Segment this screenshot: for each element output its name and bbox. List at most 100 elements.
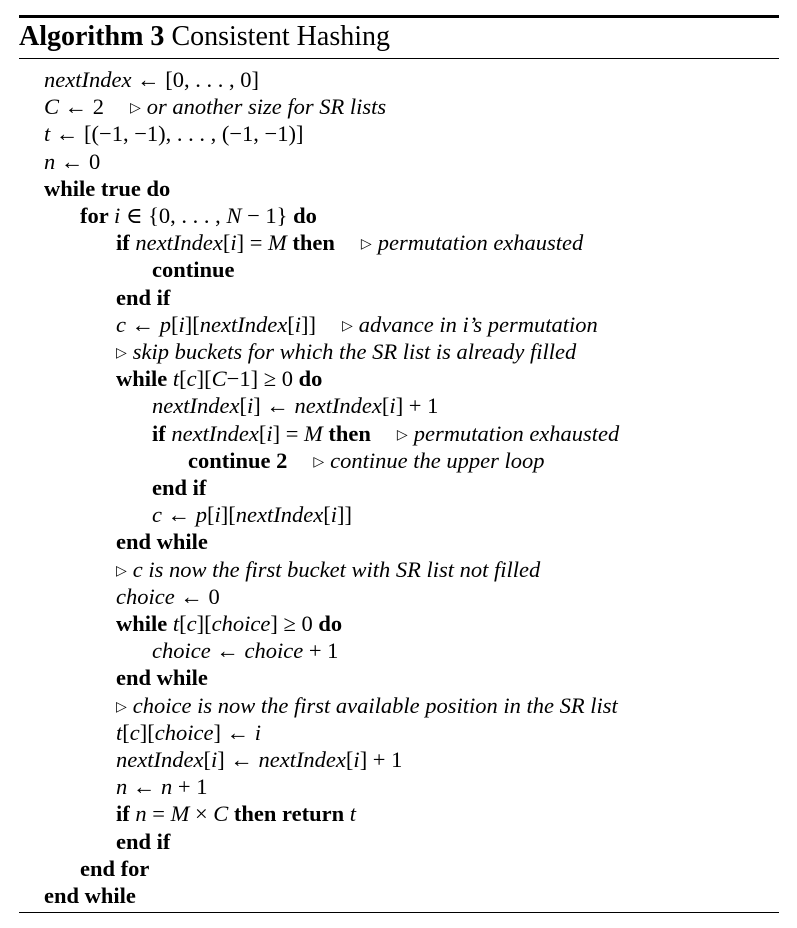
algorithm-line: while true do [44,175,170,202]
math-text: ][ [220,502,236,528]
algorithm-line: choice ← choice + 1 [152,637,338,664]
keyword: do [318,611,343,636]
math-text: ][ [196,611,212,636]
math-text: ][ [139,719,155,745]
math-text: ← [210,638,245,664]
math-text: ][ [196,366,212,392]
algorithm-line: n ← n + 1 [116,773,207,800]
math-text: ← [0, . . . , 0] [131,67,259,92]
math-text: [ [179,611,187,636]
math-text: ] = [236,230,269,256]
math-variable: p [159,311,171,337]
math-text: [ [179,366,187,392]
math-text: [ [207,502,215,528]
keyword: end if [152,475,207,500]
keyword: while [116,366,173,392]
algorithm-line: C ← 2 ▷ or another size for SR lists [44,93,386,120]
math-text: [ [323,502,331,528]
math-text: ← [(−1, −1), . . . , (−1, −1)] [50,121,304,147]
algorithm-line: if nextIndex[i] = M then ▷ permutation exh… [116,229,583,256]
math-variable: n [44,148,56,174]
algorithm-line: continue 2 ▷ continue the upper loop [188,447,545,474]
math-text: ] ← [213,719,255,745]
keyword: then [286,230,335,256]
algorithm-line: end if [116,284,170,311]
math-variable: nextIndex [258,747,346,772]
math-variable: c [116,311,126,337]
keyword: if [116,801,136,827]
algorithm-caption: Algorithm 3 Consistent Hashing [19,18,390,56]
math-text: ] ← [253,393,295,419]
algorithm-line: end if [116,828,170,855]
comment-triangle-icon: ▷ [116,699,127,715]
comment: continue the upper loop [330,447,545,473]
comment: permutation exhausted [377,230,584,256]
algorithm-line: end for [80,855,149,882]
math-text: [ [287,311,295,337]
keyword: if [116,230,136,256]
math-variable: M [268,230,287,256]
math-variable: C [213,801,229,827]
comment-triangle-icon: ▷ [396,427,408,443]
math-variable: nextIndex [235,502,324,528]
math-variable: c [186,611,197,636]
math-variable: choice [152,638,211,664]
math-text: ← [126,311,160,337]
keyword: while [116,611,173,636]
algorithm-line: while t[c][C−1] ≥ 0 do [116,365,322,392]
algorithm-line: n ← 0 [44,148,100,175]
math-variable: nextIndex [44,67,132,92]
math-text: + 1 [303,638,339,664]
comment: choice is now the first available positi… [132,692,618,718]
algorithm-line: continue [152,256,235,283]
keyword: continue [152,257,235,283]
keyword: then return [228,801,350,827]
keyword: end for [80,855,150,881]
comment-triangle-icon: ▷ [130,101,141,117]
algorithm-line: end while [116,528,208,555]
math-variable: p [195,502,207,528]
algorithm-line: end while [116,664,208,691]
math-variable: choice [154,719,214,745]
algorithm-line: ▷ c is now the first bucket with SR list … [116,556,540,583]
algorithm-line: nextIndex[i] ← nextIndex[i] + 1 [116,746,402,773]
math-text: = [146,801,171,827]
keyword: do [293,203,317,228]
caption-rule [19,58,779,59]
math-text: ∈ {0, . . . , [120,203,227,228]
math-text: ← 0 [55,148,101,174]
algorithm-line: for i ∈ {0, . . . , N − 1} do [80,202,317,229]
comment-triangle-icon: ▷ [313,454,325,470]
math-variable: N [226,203,242,228]
math-variable: n [116,774,128,800]
algorithm-line: if n = M × C then return t [116,800,356,827]
comment-triangle-icon: ▷ [116,563,127,579]
math-variable: choice [116,583,175,609]
comment: advance in i’s permutation [358,311,598,337]
math-variable: nextIndex [171,420,259,446]
math-variable: i [254,719,261,745]
math-text: ← 2 [59,94,105,120]
math-text: ← [127,774,161,800]
algorithm-line: end if [152,474,206,501]
math-text: ← [162,502,196,528]
math-text: − 1} [241,203,294,228]
math-text: ]] [300,311,316,337]
keyword: for [80,203,114,228]
math-text: ] ← [217,747,259,772]
math-variable: M [170,801,190,827]
math-variable: nextIndex [294,393,382,419]
math-text: ] = [272,420,305,446]
math-variable: choice [211,611,271,636]
comment: c is now the first bucket with SR list n… [132,556,541,582]
math-text: + 1 [172,774,208,800]
math-text: ]] [336,502,352,528]
keyword: end while [116,529,208,555]
math-variable: choice [244,638,304,664]
comment-triangle-icon: ▷ [116,346,127,361]
algorithm-line: c ← p[i][nextIndex[i]] ▷ advance in i’s pe… [116,311,598,338]
math-text: ] + 1 [359,747,403,772]
math-text: ] + 1 [395,393,439,419]
math-variable: C [211,366,227,392]
algorithm-label: Algorithm 3 [19,21,165,52]
